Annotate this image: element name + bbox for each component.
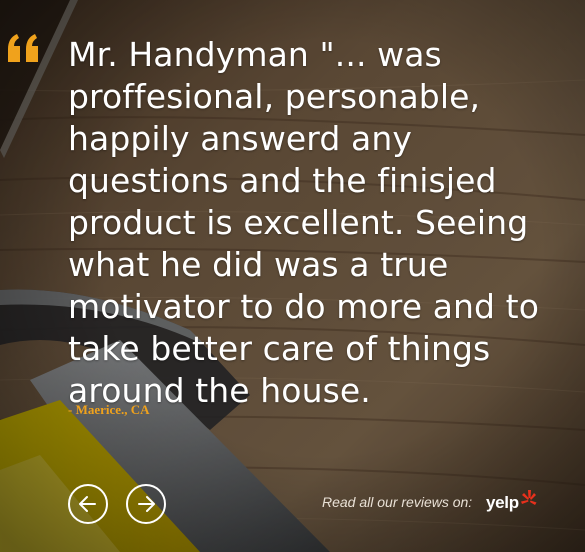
- yelp-link[interactable]: yelp: [486, 488, 538, 518]
- testimonial-author: - Maerice., CA: [68, 402, 150, 417]
- reviews-label: Read all our reviews on:: [322, 494, 473, 510]
- arrow-left-icon: [79, 496, 96, 512]
- next-testimonial-button[interactable]: [126, 484, 166, 524]
- testimonial-quote: Mr. Handyman "... was proffesional, pers…: [68, 35, 540, 410]
- yelp-logo-text: yelp: [486, 493, 519, 512]
- yelp-burst-icon: [520, 490, 537, 505]
- previous-testimonial-button[interactable]: [68, 484, 108, 524]
- quote-mark-icon: [8, 34, 38, 62]
- arrow-right-icon: [138, 496, 155, 512]
